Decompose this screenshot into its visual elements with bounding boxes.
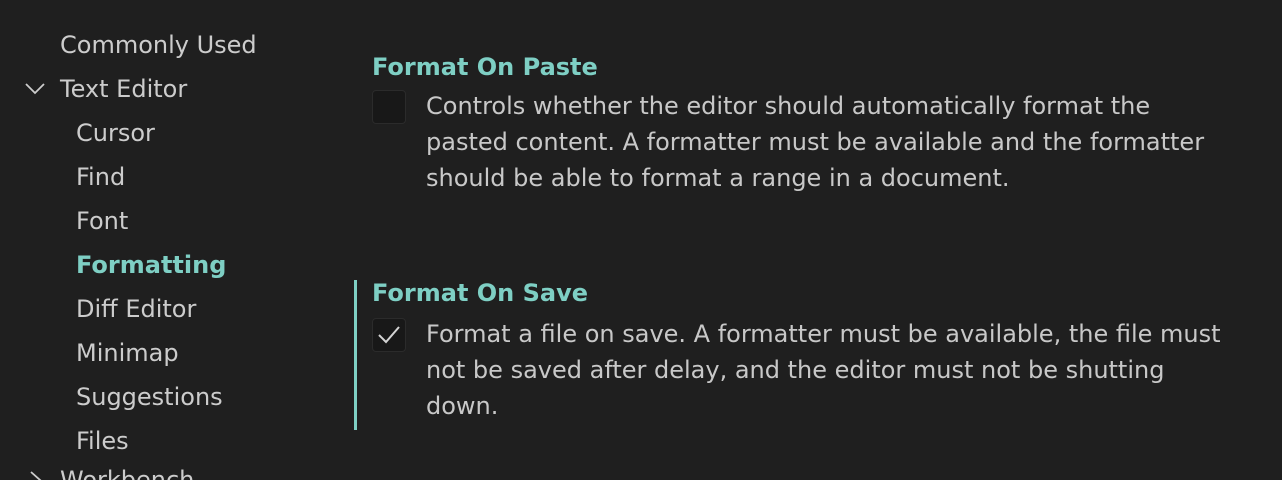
settings-toc: Commonly Used Text Editor Cursor Find Fo… xyxy=(0,0,330,480)
toc-item-suggestions[interactable]: Suggestions xyxy=(0,375,223,419)
toc-item-label: Find xyxy=(76,163,126,191)
checkmark-icon xyxy=(378,326,400,344)
toc-item-formatting[interactable]: Formatting xyxy=(0,243,226,287)
toc-item-diff-editor[interactable]: Diff Editor xyxy=(0,287,196,331)
toc-item-label: Commonly Used xyxy=(60,31,257,59)
description-line: Controls whether the editor should autom… xyxy=(426,92,1151,120)
focus-indicator xyxy=(354,280,357,430)
chevron-down-icon[interactable] xyxy=(24,67,50,111)
setting-format-on-paste: Format On Paste Controls whether the edi… xyxy=(354,52,1254,202)
description-line: not be saved after delay, and the editor… xyxy=(426,356,1165,384)
toc-item-commonly-used[interactable]: Commonly Used xyxy=(0,23,257,67)
setting-description: Format a file on save. A formatter must … xyxy=(426,316,1226,424)
toc-item-label: Formatting xyxy=(76,251,227,279)
setting-format-on-save: Format On Save Format a file on save. A … xyxy=(354,279,1254,430)
toc-item-label: Font xyxy=(76,207,129,235)
setting-description: Controls whether the editor should autom… xyxy=(426,88,1226,196)
toc-item-text-editor[interactable]: Text Editor xyxy=(0,67,187,111)
toc-item-minimap[interactable]: Minimap xyxy=(0,331,179,375)
setting-title: Format On Save xyxy=(372,279,589,307)
toc-item-label: Minimap xyxy=(76,339,179,367)
chevron-right-icon[interactable] xyxy=(24,458,50,480)
toc-item-cursor[interactable]: Cursor xyxy=(0,111,155,155)
format-on-save-checkbox[interactable] xyxy=(372,318,406,352)
toc-item-font[interactable]: Font xyxy=(0,199,128,243)
toc-item-label: Text Editor xyxy=(60,75,188,103)
description-line: Format a file on save. A formatter must … xyxy=(426,320,1221,348)
setting-title: Format On Paste xyxy=(372,53,598,81)
toc-item-label: Diff Editor xyxy=(76,295,197,323)
toc-item-label: Cursor xyxy=(76,119,155,147)
toc-item-label: Workbench xyxy=(60,466,195,480)
toc-item-files[interactable]: Files xyxy=(0,419,129,463)
settings-editor: Commonly Used Text Editor Cursor Find Fo… xyxy=(0,0,1282,480)
description-line: should be able to format a range in a do… xyxy=(426,164,1010,192)
toc-item-label: Files xyxy=(76,427,129,455)
format-on-paste-checkbox[interactable] xyxy=(372,90,406,124)
toc-item-workbench[interactable]: Workbench xyxy=(0,458,194,480)
toc-item-find[interactable]: Find xyxy=(0,155,125,199)
description-line: down. xyxy=(426,392,499,420)
toc-item-label: Suggestions xyxy=(76,383,223,411)
description-line: pasted content. A formatter must be avai… xyxy=(426,128,1205,156)
